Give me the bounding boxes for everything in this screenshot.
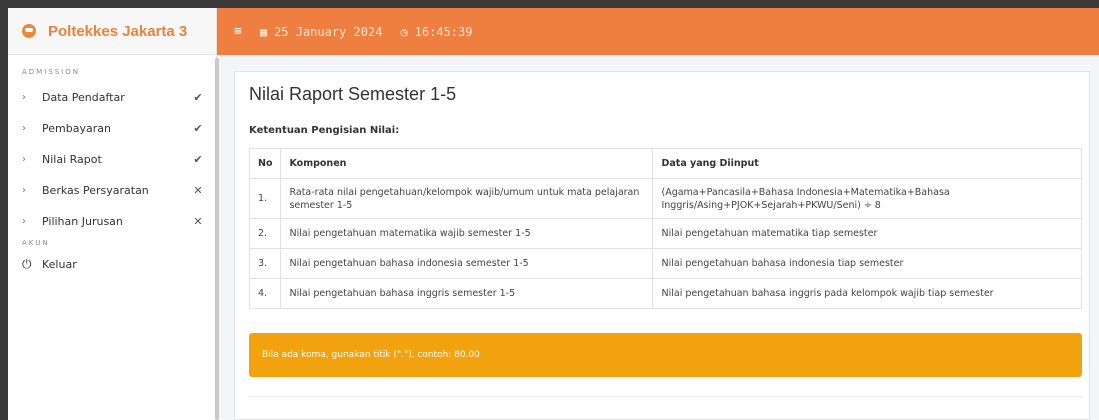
- chevron-right-icon: ›: [22, 154, 26, 165]
- current-date: 25 January 2024: [274, 24, 383, 39]
- table-cell-komponen: Nilai pengetahuan matematika wajib semes…: [280, 218, 654, 249]
- sidebar-item-label: Nilai Rapot: [42, 153, 102, 166]
- column-header-komponen: Komponen: [280, 148, 654, 179]
- sidebar-nav: › Data Pendaftar ✔ › Pembayaran ✔ › Nila…: [8, 82, 216, 237]
- table-cell-komponen: Nilai pengetahuan bahasa inggris semeste…: [280, 278, 654, 309]
- divider: [249, 396, 1082, 397]
- sidebar-item-label: Data Pendaftar: [42, 91, 125, 104]
- chevron-right-icon: ›: [22, 185, 26, 196]
- check-icon: ✔: [193, 91, 203, 104]
- rules-table: No Komponen Data yang Diinput 1. Rata-ra…: [248, 148, 1082, 309]
- check-icon: ✔: [193, 122, 203, 135]
- logo-icon: [22, 24, 36, 38]
- logout-button[interactable]: ⏻ Keluar: [8, 247, 216, 281]
- alert-text: Bila ada koma, gunakan titik ("."), cont…: [262, 350, 480, 360]
- brand-name: Poltekkes Jakarta 3: [48, 22, 188, 40]
- sidebar-item-label: Pembayaran: [42, 122, 111, 135]
- sidebar-item-label: Pilihan Jurusan: [42, 215, 123, 228]
- section-subheading: Ketentuan Pengisian Nilai:: [249, 125, 400, 136]
- cross-icon: ✕: [193, 184, 203, 197]
- table-cell-data: Nilai pengetahuan matematika tiap semest…: [652, 218, 1082, 249]
- sidebar-item-pembayaran[interactable]: › Pembayaran ✔: [8, 113, 216, 144]
- table-header-row: No Komponen Data yang Diinput: [248, 148, 1082, 179]
- table-cell-no: 4.: [248, 278, 282, 309]
- table-cell-no: 3.: [248, 248, 282, 279]
- table-cell-data: (Agama+Pancasila+Bahasa Indonesia+Matema…: [652, 178, 1082, 219]
- sidebar-item-label: Berkas Persyaratan: [42, 184, 149, 197]
- section-label-admission: ADMISSION: [22, 68, 80, 76]
- sidebar-scrollbar[interactable]: [215, 58, 219, 420]
- table-row: 3. Nilai pengetahuan bahasa indonesia se…: [248, 248, 1082, 279]
- table-row: 2. Nilai pengetahuan matematika wajib se…: [248, 218, 1082, 249]
- table-row: 1. Rata-rata nilai pengetahuan/kelompok …: [248, 178, 1082, 219]
- table-cell-komponen: Rata-rata nilai pengetahuan/kelompok waj…: [280, 178, 654, 219]
- table-cell-no: 2.: [248, 218, 282, 249]
- cross-icon: ✕: [193, 215, 203, 228]
- content-card: Nilai Raport Semester 1-5 Ketentuan Peng…: [234, 71, 1090, 420]
- chevron-right-icon: ›: [22, 92, 26, 103]
- check-icon: ✔: [193, 153, 203, 166]
- table-cell-no: 1.: [248, 178, 282, 219]
- table-cell-data: Nilai pengetahuan bahasa indonesia tiap …: [652, 248, 1082, 279]
- chevron-right-icon: ›: [22, 123, 26, 134]
- column-header-no: No: [248, 148, 282, 179]
- sidebar-item-nilai-rapot[interactable]: › Nilai Rapot ✔: [8, 144, 216, 175]
- info-alert: Bila ada koma, gunakan titik ("."), cont…: [249, 333, 1082, 377]
- sidebar-item-berkas-persyaratan[interactable]: › Berkas Persyaratan ✕: [8, 175, 216, 206]
- current-time: 16:45:39: [414, 24, 473, 39]
- logout-label: Keluar: [42, 257, 77, 271]
- menu-icon[interactable]: ≡: [234, 24, 242, 39]
- column-header-data: Data yang Diinput: [652, 148, 1082, 179]
- table-row: 4. Nilai pengetahuan bahasa inggris seme…: [248, 278, 1082, 309]
- page-title: Nilai Raport Semester 1-5: [249, 84, 457, 104]
- sidebar: Poltekkes Jakarta 3 ADMISSION › Data Pen…: [8, 8, 219, 420]
- app-window: Poltekkes Jakarta 3 ADMISSION › Data Pen…: [8, 8, 1099, 420]
- section-label-akun: AKUN: [22, 239, 50, 247]
- topbar: ≡ ▦ 25 January 2024 ◷ 16:45:39: [217, 8, 1099, 55]
- calendar-icon: ▦: [259, 24, 268, 39]
- clock-icon: ◷: [400, 24, 408, 39]
- table-cell-komponen: Nilai pengetahuan bahasa indonesia semes…: [280, 248, 654, 279]
- sidebar-item-data-pendaftar[interactable]: › Data Pendaftar ✔: [8, 82, 216, 113]
- table-cell-data: Nilai pengetahuan bahasa inggris pada ke…: [652, 278, 1082, 309]
- power-icon: ⏻: [22, 256, 32, 271]
- sidebar-item-pilihan-jurusan[interactable]: › Pilihan Jurusan ✕: [8, 206, 216, 237]
- brand[interactable]: Poltekkes Jakarta 3: [8, 8, 216, 55]
- chevron-right-icon: ›: [22, 216, 26, 227]
